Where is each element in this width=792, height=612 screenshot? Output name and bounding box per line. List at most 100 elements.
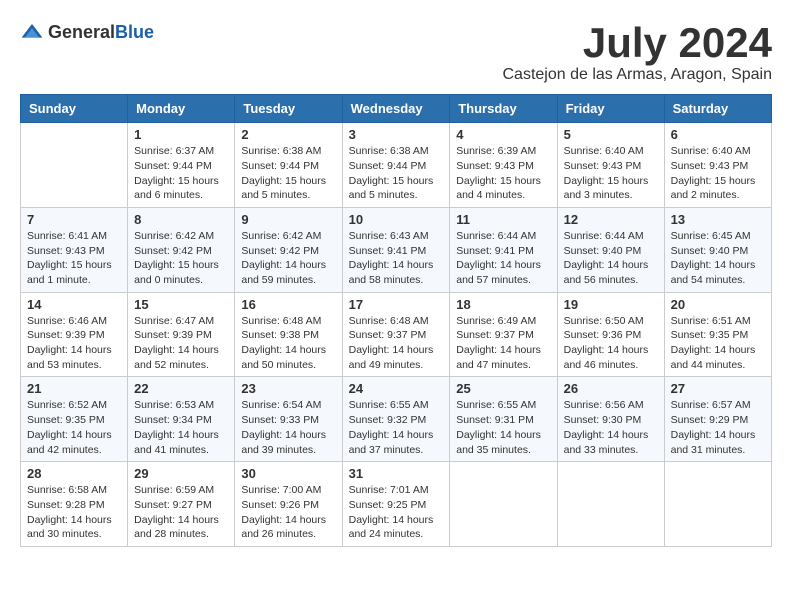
day-number: 13	[671, 212, 765, 227]
day-number: 25	[456, 381, 550, 396]
day-number: 5	[564, 127, 658, 142]
calendar-cell	[664, 462, 771, 547]
day-number: 23	[241, 381, 335, 396]
logo-text-blue: Blue	[115, 22, 154, 42]
calendar-cell	[21, 123, 128, 208]
calendar-cell: 20 Sunrise: 6:51 AMSunset: 9:35 PMDayligh…	[664, 292, 771, 377]
day-info: Sunrise: 6:42 AMSunset: 9:42 PMDaylight:…	[241, 229, 335, 288]
header-monday: Monday	[128, 95, 235, 123]
calendar-cell: 27 Sunrise: 6:57 AMSunset: 9:29 PMDayligh…	[664, 377, 771, 462]
calendar-week-5: 28 Sunrise: 6:58 AMSunset: 9:28 PMDayligh…	[21, 462, 772, 547]
day-info: Sunrise: 6:46 AMSunset: 9:39 PMDaylight:…	[27, 314, 121, 373]
calendar-cell: 10 Sunrise: 6:43 AMSunset: 9:41 PMDayligh…	[342, 207, 450, 292]
calendar-cell: 4 Sunrise: 6:39 AMSunset: 9:43 PMDaylight…	[450, 123, 557, 208]
day-info: Sunrise: 6:55 AMSunset: 9:32 PMDaylight:…	[349, 398, 444, 457]
day-info: Sunrise: 6:51 AMSunset: 9:35 PMDaylight:…	[671, 314, 765, 373]
day-number: 8	[134, 212, 228, 227]
day-number: 2	[241, 127, 335, 142]
logo: GeneralBlue	[20, 20, 154, 44]
day-number: 22	[134, 381, 228, 396]
calendar-cell: 29Sunrise: 6:59 AMSunset: 9:27 PMDayligh…	[128, 462, 235, 547]
day-number: 28	[27, 466, 121, 481]
day-number: 14	[27, 297, 121, 312]
day-info: Sunrise: 6:57 AMSunset: 9:29 PMDaylight:…	[671, 398, 765, 457]
header-wednesday: Wednesday	[342, 95, 450, 123]
day-number: 4	[456, 127, 550, 142]
location-title: Castejon de las Armas, Aragon, Spain	[503, 66, 773, 84]
calendar-week-3: 14 Sunrise: 6:46 AMSunset: 9:39 PMDayligh…	[21, 292, 772, 377]
calendar-cell: 23 Sunrise: 6:54 AMSunset: 9:33 PMDayligh…	[235, 377, 342, 462]
day-info: Sunrise: 6:39 AMSunset: 9:43 PMDaylight:…	[456, 144, 550, 203]
day-info: Sunrise: 6:38 AMSunset: 9:44 PMDaylight:…	[349, 144, 444, 203]
header-friday: Friday	[557, 95, 664, 123]
day-info: Sunrise: 6:54 AMSunset: 9:33 PMDaylight:…	[241, 398, 335, 457]
calendar-cell: 2 Sunrise: 6:38 AMSunset: 9:44 PMDaylight…	[235, 123, 342, 208]
day-number: 9	[241, 212, 335, 227]
day-number: 6	[671, 127, 765, 142]
page-header: GeneralBlue July 2024 Castejon de las Ar…	[20, 20, 772, 84]
month-title: July 2024	[503, 20, 773, 66]
day-info: Sunrise: 6:48 AMSunset: 9:38 PMDaylight:…	[241, 314, 335, 373]
day-number: 18	[456, 297, 550, 312]
day-info: Sunrise: 6:43 AMSunset: 9:41 PMDaylight:…	[349, 229, 444, 288]
day-info: Sunrise: 6:49 AMSunset: 9:37 PMDaylight:…	[456, 314, 550, 373]
calendar-cell: 15 Sunrise: 6:47 AMSunset: 9:39 PMDayligh…	[128, 292, 235, 377]
day-info: Sunrise: 6:48 AMSunset: 9:37 PMDaylight:…	[349, 314, 444, 373]
day-number: 7	[27, 212, 121, 227]
calendar-week-4: 21Sunrise: 6:52 AMSunset: 9:35 PMDayligh…	[21, 377, 772, 462]
calendar-cell: 5Sunrise: 6:40 AMSunset: 9:43 PMDaylight…	[557, 123, 664, 208]
day-info: Sunrise: 6:37 AMSunset: 9:44 PMDaylight:…	[134, 144, 228, 203]
header-thursday: Thursday	[450, 95, 557, 123]
day-number: 1	[134, 127, 228, 142]
day-number: 30	[241, 466, 335, 481]
day-info: Sunrise: 7:00 AMSunset: 9:26 PMDaylight:…	[241, 483, 335, 542]
calendar-cell: 7Sunrise: 6:41 AMSunset: 9:43 PMDaylight…	[21, 207, 128, 292]
calendar-cell	[450, 462, 557, 547]
day-number: 17	[349, 297, 444, 312]
day-number: 3	[349, 127, 444, 142]
calendar-week-2: 7Sunrise: 6:41 AMSunset: 9:43 PMDaylight…	[21, 207, 772, 292]
day-info: Sunrise: 6:47 AMSunset: 9:39 PMDaylight:…	[134, 314, 228, 373]
day-info: Sunrise: 6:40 AMSunset: 9:43 PMDaylight:…	[671, 144, 765, 203]
day-info: Sunrise: 6:58 AMSunset: 9:28 PMDaylight:…	[27, 483, 121, 542]
header-tuesday: Tuesday	[235, 95, 342, 123]
calendar-cell: 28 Sunrise: 6:58 AMSunset: 9:28 PMDayligh…	[21, 462, 128, 547]
day-info: Sunrise: 6:38 AMSunset: 9:44 PMDaylight:…	[241, 144, 335, 203]
day-number: 27	[671, 381, 765, 396]
day-number: 31	[349, 466, 444, 481]
day-info: Sunrise: 6:45 AMSunset: 9:40 PMDaylight:…	[671, 229, 765, 288]
header-sunday: Sunday	[21, 95, 128, 123]
day-number: 20	[671, 297, 765, 312]
day-info: Sunrise: 6:50 AMSunset: 9:36 PMDaylight:…	[564, 314, 658, 373]
day-number: 29	[134, 466, 228, 481]
calendar-cell: 13 Sunrise: 6:45 AMSunset: 9:40 PMDayligh…	[664, 207, 771, 292]
day-info: Sunrise: 6:53 AMSunset: 9:34 PMDaylight:…	[134, 398, 228, 457]
day-number: 10	[349, 212, 444, 227]
day-number: 26	[564, 381, 658, 396]
day-info: Sunrise: 6:44 AMSunset: 9:40 PMDaylight:…	[564, 229, 658, 288]
calendar-cell: 22 Sunrise: 6:53 AMSunset: 9:34 PMDayligh…	[128, 377, 235, 462]
calendar-cell: 18 Sunrise: 6:49 AMSunset: 9:37 PMDayligh…	[450, 292, 557, 377]
calendar-table: SundayMondayTuesdayWednesdayThursdayFrid…	[20, 94, 772, 547]
calendar-cell: 12 Sunrise: 6:44 AMSunset: 9:40 PMDayligh…	[557, 207, 664, 292]
calendar-cell: 16 Sunrise: 6:48 AMSunset: 9:38 PMDayligh…	[235, 292, 342, 377]
day-number: 15	[134, 297, 228, 312]
day-number: 16	[241, 297, 335, 312]
header-saturday: Saturday	[664, 95, 771, 123]
calendar-cell	[557, 462, 664, 547]
day-number: 19	[564, 297, 658, 312]
calendar-cell: 3 Sunrise: 6:38 AMSunset: 9:44 PMDaylight…	[342, 123, 450, 208]
calendar-cell: 8 Sunrise: 6:42 AMSunset: 9:42 PMDaylight…	[128, 207, 235, 292]
calendar-cell: 17 Sunrise: 6:48 AMSunset: 9:37 PMDayligh…	[342, 292, 450, 377]
calendar-cell: 21Sunrise: 6:52 AMSunset: 9:35 PMDayligh…	[21, 377, 128, 462]
day-number: 11	[456, 212, 550, 227]
calendar-cell: 9 Sunrise: 6:42 AMSunset: 9:42 PMDaylight…	[235, 207, 342, 292]
logo-text-general: General	[48, 22, 115, 42]
calendar-cell: 31Sunrise: 7:01 AMSunset: 9:25 PMDayligh…	[342, 462, 450, 547]
calendar-header-row: SundayMondayTuesdayWednesdayThursdayFrid…	[21, 95, 772, 123]
calendar-cell: 24Sunrise: 6:55 AMSunset: 9:32 PMDayligh…	[342, 377, 450, 462]
day-number: 12	[564, 212, 658, 227]
title-section: July 2024 Castejon de las Armas, Aragon,…	[503, 20, 773, 84]
day-info: Sunrise: 6:42 AMSunset: 9:42 PMDaylight:…	[134, 229, 228, 288]
day-info: Sunrise: 6:56 AMSunset: 9:30 PMDaylight:…	[564, 398, 658, 457]
